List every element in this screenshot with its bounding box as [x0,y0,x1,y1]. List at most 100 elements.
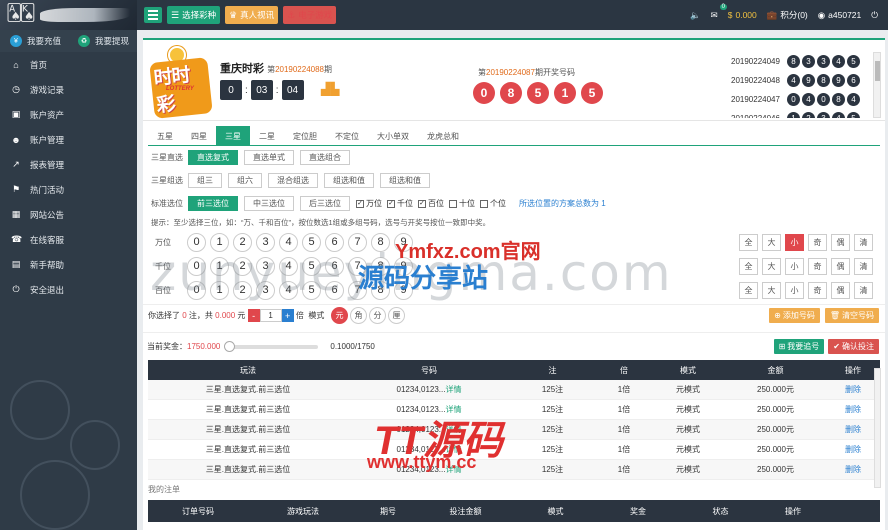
digit-ball[interactable]: 5 [302,280,321,300]
e-games-button[interactable]: ⚓ 电子游戏 [283,6,337,24]
digit-ball[interactable]: 2 [233,256,252,276]
history-scrollbar[interactable] [873,52,881,118]
digit-ball[interactable]: 5 [302,256,321,276]
detail-link[interactable]: 详情 [445,425,461,434]
sidebar-item-1[interactable]: ◷ 游戏记录 [0,77,137,102]
position-checkbox[interactable]: ✓ 万位 [356,198,382,209]
tab-4[interactable]: 定位胆 [284,126,326,145]
option-button[interactable]: 组六 [228,173,262,188]
delete-link[interactable]: 删除 [828,464,878,475]
rebate-slider[interactable] [224,340,319,352]
delete-link[interactable]: 删除 [828,444,878,455]
clear-numbers-button[interactable]: 🗑 清空号码 [824,308,879,323]
select-lottery-button[interactable]: ☰ 选择彩种 [167,6,221,24]
menu-toggle-button[interactable] [144,7,162,23]
sidebar-item-4[interactable]: ↗ 报表管理 [0,152,137,177]
quick-select-button[interactable]: 小 [785,257,804,275]
quick-select-button[interactable]: 大 [762,281,781,299]
option-button[interactable]: 直选组合 [300,150,350,165]
quick-select-button[interactable]: 清 [854,257,873,275]
add-numbers-button[interactable]: ⊕ 添加号码 [769,308,820,323]
option-button[interactable]: 前三选位 [188,196,238,211]
quick-select-button[interactable]: 清 [854,233,873,251]
slider-knob[interactable] [224,340,236,352]
sidebar-item-2[interactable]: ▣ 账户资产 [0,102,137,127]
quick-select-button[interactable]: 全 [739,233,758,251]
quick-select-button[interactable]: 小 [785,233,804,251]
option-button[interactable]: 后三选位 [300,196,350,211]
quick-select-button[interactable]: 小 [785,281,804,299]
digit-ball[interactable]: 0 [187,232,206,252]
option-button[interactable]: 组三 [188,173,222,188]
chase-button[interactable]: ⊞ 我要追号 [773,339,825,354]
digit-ball[interactable]: 5 [302,232,321,252]
option-button[interactable]: 直选复式 [188,150,238,165]
tab-2[interactable]: 三星 [216,126,250,145]
digit-ball[interactable]: 1 [210,232,229,252]
quick-select-button[interactable]: 全 [739,281,758,299]
position-checkbox[interactable]: 个位 [480,198,506,209]
delete-link[interactable]: 删除 [828,384,878,395]
tab-0[interactable]: 五星 [148,126,182,145]
digit-ball[interactable]: 7 [348,232,367,252]
digit-ball[interactable]: 8 [371,232,390,252]
delete-link[interactable]: 删除 [828,424,878,435]
quick-select-button[interactable]: 大 [762,257,781,275]
user-menu[interactable]: ◉ a450721 [818,10,862,21]
digit-ball[interactable]: 8 [371,256,390,276]
digit-ball[interactable]: 6 [325,280,344,300]
option-button[interactable]: 组选和值 [324,173,374,188]
quick-select-button[interactable]: 偶 [831,281,850,299]
digit-ball[interactable]: 9 [394,232,413,252]
sidebar-item-7[interactable]: ☎ 在线客服 [0,227,137,252]
confirm-bet-button[interactable]: ✔ 确认投注 [828,339,879,354]
points-button[interactable]: 💼 积分(0) [767,9,808,21]
sound-toggle[interactable]: 🔈 [690,10,701,21]
tab-7[interactable]: 龙虎总和 [418,126,468,145]
position-checkbox[interactable]: 十位 [449,198,475,209]
unit-mode-button[interactable]: 元 [331,307,349,324]
live-casino-button[interactable]: ♛ 真人视讯 [225,6,279,24]
digit-ball[interactable]: 1 [210,280,229,300]
digit-ball[interactable]: 3 [256,256,275,276]
unit-mode-button[interactable]: 厘 [388,307,406,324]
digit-ball[interactable]: 0 [187,256,206,276]
digit-ball[interactable]: 7 [348,280,367,300]
sidebar-item-5[interactable]: ⚑ 热门活动 [0,177,137,202]
digit-ball[interactable]: 2 [233,232,252,252]
option-button[interactable]: 组选和值 [380,173,430,188]
multiplier-increase-button[interactable]: + [281,309,294,322]
bet-table-scrollbar[interactable] [874,368,881,488]
withdraw-button[interactable]: ♻ 我要提现 [68,35,136,47]
quick-select-button[interactable]: 偶 [831,257,850,275]
unit-mode-button[interactable]: 分 [369,307,387,324]
sidebar-item-0[interactable]: ⌂ 首页 [0,52,137,77]
option-button[interactable]: 混合组选 [268,173,318,188]
detail-link[interactable]: 详情 [445,405,461,414]
recharge-button[interactable]: ¥ 我要充值 [0,35,68,47]
detail-link[interactable]: 详情 [445,465,461,474]
digit-ball[interactable]: 2 [233,280,252,300]
option-button[interactable]: 直选单式 [244,150,294,165]
quick-select-button[interactable]: 奇 [808,233,827,251]
digit-ball[interactable]: 8 [371,280,390,300]
sidebar-item-3[interactable]: ☻ 账户管理 [0,127,137,152]
quick-select-button[interactable]: 偶 [831,233,850,251]
digit-ball[interactable]: 9 [394,280,413,300]
digit-ball[interactable]: 6 [325,232,344,252]
option-button[interactable]: 中三选位 [244,196,294,211]
quick-select-button[interactable]: 奇 [808,257,827,275]
quick-select-button[interactable]: 清 [854,281,873,299]
quick-select-button[interactable]: 奇 [808,281,827,299]
digit-ball[interactable]: 4 [279,256,298,276]
unit-mode-button[interactable]: 角 [350,307,368,324]
position-checkbox[interactable]: ✓ 千位 [387,198,413,209]
multiplier-input[interactable]: 1 [259,309,282,322]
digit-ball[interactable]: 1 [210,256,229,276]
delete-link[interactable]: 删除 [828,404,878,415]
quick-select-button[interactable]: 大 [762,233,781,251]
digit-ball[interactable]: 4 [279,232,298,252]
digit-ball[interactable]: 3 [256,232,275,252]
digit-ball[interactable]: 6 [325,256,344,276]
digit-ball[interactable]: 7 [348,256,367,276]
